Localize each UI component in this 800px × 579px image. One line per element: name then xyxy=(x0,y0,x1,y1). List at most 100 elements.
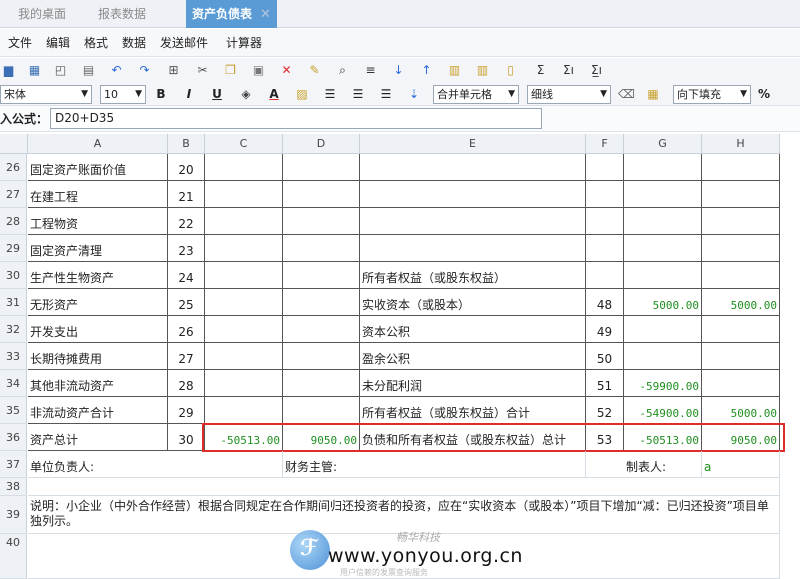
cell-d[interactable] xyxy=(283,397,360,424)
cell-g[interactable] xyxy=(624,316,702,343)
cell-d[interactable] xyxy=(283,370,360,397)
cell-d[interactable] xyxy=(283,235,360,262)
cell-g[interactable]: -50513.00 xyxy=(624,424,702,451)
cell-f[interactable] xyxy=(586,208,624,235)
cell-f[interactable] xyxy=(586,235,624,262)
cell-d[interactable] xyxy=(283,343,360,370)
sum-row-icon[interactable]: Σ̲ı xyxy=(588,62,605,79)
column-header-e[interactable]: E xyxy=(360,134,586,154)
corner-header[interactable] xyxy=(0,134,28,154)
cell-a[interactable]: 固定资产清理 xyxy=(28,235,168,262)
cell-c[interactable] xyxy=(205,289,283,316)
insert-cell-icon[interactable]: ⊞ xyxy=(165,62,182,79)
cell-h[interactable] xyxy=(702,208,780,235)
cell-g[interactable]: 5000.00 xyxy=(624,289,702,316)
cut-icon[interactable]: ✂ xyxy=(194,62,211,79)
format-brush-icon[interactable]: ✎ xyxy=(306,62,323,79)
row-header[interactable]: 28 xyxy=(0,208,27,235)
row-header[interactable]: 37 xyxy=(0,451,27,478)
cell-d[interactable] xyxy=(283,289,360,316)
row-header[interactable]: 31 xyxy=(0,289,27,316)
cell-b[interactable]: 29 xyxy=(168,397,205,424)
cell-e[interactable]: 资本公积 xyxy=(360,316,586,343)
cell-b[interactable]: 23 xyxy=(168,235,205,262)
insert-row-icon[interactable]: ▥ xyxy=(446,62,463,79)
cell-g[interactable]: -59900.00 xyxy=(624,370,702,397)
align-center-icon[interactable]: ☰ xyxy=(350,85,366,104)
close-icon[interactable]: ✕ xyxy=(260,7,271,22)
cell-e[interactable]: 盈余公积 xyxy=(360,343,586,370)
cell-a[interactable]: 非流动资产合计 xyxy=(28,397,168,424)
cell-g[interactable] xyxy=(624,208,702,235)
row-header[interactable]: 34 xyxy=(0,370,27,397)
cell-e[interactable]: 所有者权益（或股东权益）合计 xyxy=(360,397,586,424)
cell-a[interactable]: 固定资产账面价值 xyxy=(28,154,168,181)
cell-a[interactable]: 无形资产 xyxy=(28,289,168,316)
signature-preparer-value[interactable]: a xyxy=(702,451,780,478)
cell-e[interactable]: 负债和所有者权益（或股东权益）总计 xyxy=(360,424,586,451)
column-header-g[interactable]: G xyxy=(624,134,702,154)
cell-e[interactable]: 未分配利润 xyxy=(360,370,586,397)
cell-c[interactable] xyxy=(205,181,283,208)
menu-data[interactable]: 数据 xyxy=(122,29,146,57)
cell-d[interactable] xyxy=(283,154,360,181)
align-right-icon[interactable]: ☰ xyxy=(378,85,394,104)
cell-e[interactable] xyxy=(360,154,586,181)
font-name-select[interactable]: 宋体 ▼ xyxy=(0,85,92,104)
cell-f[interactable]: 49 xyxy=(586,316,624,343)
cell-f[interactable]: 51 xyxy=(586,370,624,397)
signature-preparer-label[interactable]: 制表人: xyxy=(586,451,702,478)
cell-f[interactable]: 50 xyxy=(586,343,624,370)
cell-f[interactable]: 53 xyxy=(586,424,624,451)
cell-e[interactable] xyxy=(360,235,586,262)
cell-g[interactable] xyxy=(624,262,702,289)
cell-d[interactable] xyxy=(283,181,360,208)
find-icon[interactable]: ⌕ xyxy=(334,62,351,79)
font-size-select[interactable]: 10 ▼ xyxy=(100,85,146,104)
menu-format[interactable]: 格式 xyxy=(84,29,108,57)
cell-c[interactable] xyxy=(205,208,283,235)
cell-c[interactable] xyxy=(205,262,283,289)
signature-unit-head[interactable]: 单位负责人: xyxy=(28,451,283,478)
signature-finance-head[interactable]: 财务主管: xyxy=(283,451,586,478)
cell-a[interactable]: 生产性生物资产 xyxy=(28,262,168,289)
sum-column-icon[interactable]: Σı xyxy=(560,62,577,79)
formula-input[interactable]: D20+D35 xyxy=(50,108,542,129)
column-header-h[interactable]: H xyxy=(702,134,780,154)
row-header[interactable]: 38 xyxy=(0,478,27,496)
cell-g[interactable]: -54900.00 xyxy=(624,397,702,424)
cell-b[interactable]: 22 xyxy=(168,208,205,235)
sheet-icon[interactable]: ▯ xyxy=(502,62,519,79)
cell-d[interactable] xyxy=(283,262,360,289)
column-header-f[interactable]: F xyxy=(586,134,624,154)
cell-e[interactable] xyxy=(360,208,586,235)
underline-button[interactable]: U xyxy=(209,85,225,104)
cell-e[interactable]: 实收资本（或股本） xyxy=(360,289,586,316)
row-header[interactable]: 33 xyxy=(0,343,27,370)
percent-button[interactable]: % xyxy=(756,85,772,104)
border-style-select[interactable]: 细线 ▼ xyxy=(527,85,611,104)
fill-down-select[interactable]: 向下填充 ▼ xyxy=(673,85,751,104)
cell-b[interactable]: 27 xyxy=(168,343,205,370)
cell-d[interactable] xyxy=(283,316,360,343)
sum-icon[interactable]: Σ xyxy=(532,62,549,79)
print-icon[interactable]: ▤ xyxy=(80,62,97,79)
column-header-c[interactable]: C xyxy=(205,134,283,154)
sort-descending-icon[interactable]: ↑ xyxy=(418,62,435,79)
delete-icon[interactable]: ✕ xyxy=(278,62,295,79)
cell-a[interactable]: 资产总计 xyxy=(28,424,168,451)
cell-a[interactable]: 工程物资 xyxy=(28,208,168,235)
menu-calculator[interactable]: 计算器 xyxy=(226,29,262,57)
tab-balance-sheet[interactable]: 资产负债表 ✕ xyxy=(186,0,277,28)
cell-h[interactable]: 5000.00 xyxy=(702,397,780,424)
row-header[interactable]: 30 xyxy=(0,262,27,289)
cell-c[interactable] xyxy=(205,154,283,181)
cell-b[interactable]: 25 xyxy=(168,289,205,316)
fill-color-icon[interactable]: ◈ xyxy=(238,85,254,104)
cell-h[interactable] xyxy=(702,370,780,397)
cell-c[interactable] xyxy=(205,316,283,343)
cell-e[interactable]: 所有者权益（或股东权益） xyxy=(360,262,586,289)
row-header[interactable]: 32 xyxy=(0,316,27,343)
cell-c[interactable] xyxy=(205,397,283,424)
cell-f[interactable] xyxy=(586,154,624,181)
